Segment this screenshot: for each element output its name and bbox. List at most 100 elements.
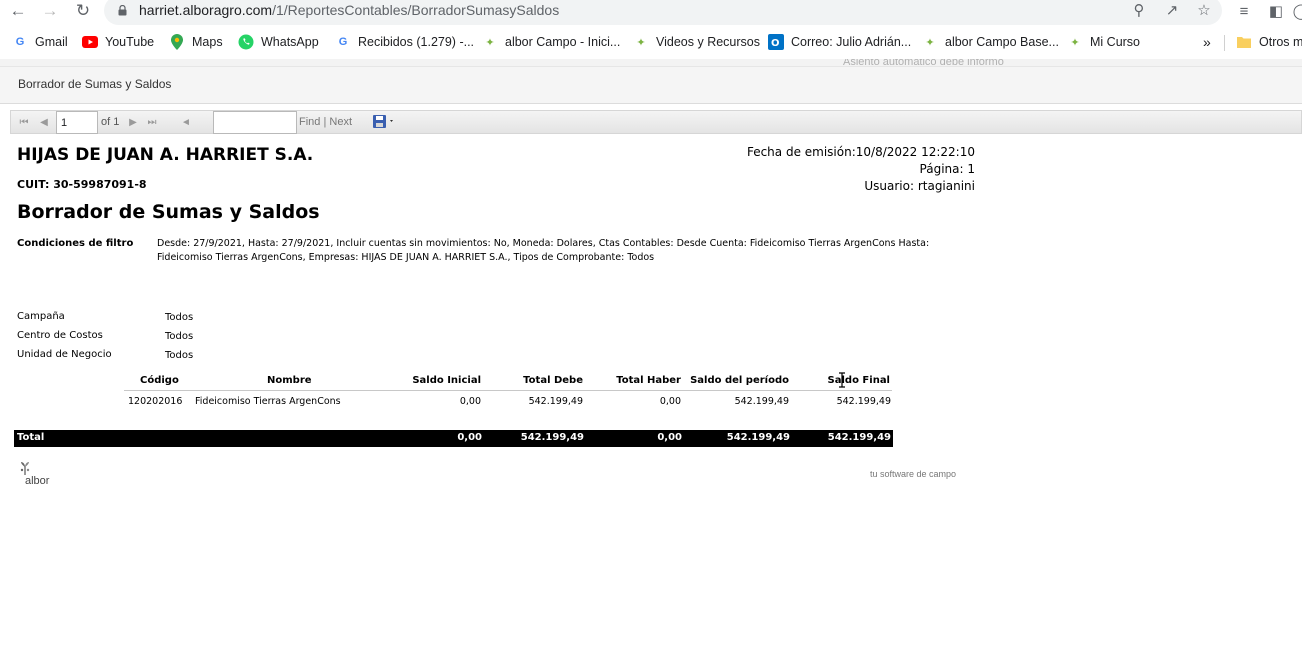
total-saldo-periodo: 542.199,49 — [726, 432, 790, 443]
cell-total-debe: 542.199,49 — [528, 396, 583, 407]
cell-saldo-inicial: 0,00 — [459, 396, 481, 407]
star-icon[interactable]: ☆ — [1195, 1, 1213, 19]
reload-icon[interactable]: ↻ — [73, 1, 93, 21]
maps-icon — [169, 34, 185, 50]
reading-list-icon[interactable]: ≡ — [1235, 2, 1253, 20]
page-title: Borrador de Sumas y Saldos — [18, 77, 172, 91]
side-panel-icon[interactable]: ◧ — [1267, 2, 1285, 20]
issue-date: Fecha de emisión:10/8/2022 12:22:10 — [746, 145, 975, 159]
header-divider — [124, 390, 892, 391]
bookmark-label: Gmail — [35, 35, 68, 49]
next-link[interactable]: Next — [329, 116, 352, 128]
bookmark-label: Videos y Recursos — [656, 35, 760, 49]
url-host: harriet.alboragro.com — [139, 2, 273, 18]
total-debe: 542.199,49 — [520, 432, 584, 443]
cell-saldo-periodo: 542.199,49 — [734, 396, 789, 407]
column-header-total-debe: Total Debe — [523, 375, 583, 386]
user-label: Usuario: rtagianini — [864, 179, 975, 193]
report-title: Borrador de Sumas y Saldos — [17, 201, 320, 223]
albor-icon: ✦ — [1070, 36, 1080, 49]
google-icon: G — [15, 36, 25, 48]
cell-total-haber: 0,00 — [659, 396, 681, 407]
page-title-bar: Borrador de Sumas y Saldos — [0, 67, 1302, 104]
forward-arrow-icon[interactable]: → — [40, 1, 60, 21]
business-unit-value: Todos — [165, 350, 194, 361]
cell-saldo-final: 542.199,49 — [836, 396, 891, 407]
bookmark-gmail[interactable]: G Gmail — [12, 33, 68, 51]
bookmark-label: Otros m — [1259, 35, 1302, 49]
bookmark-albor-base[interactable]: ✦ albor Campo Base... — [922, 33, 1059, 51]
bookmark-mi-curso[interactable]: ✦ Mi Curso — [1067, 33, 1140, 51]
folder-icon — [1236, 34, 1252, 50]
cell-codigo: 120202016 — [128, 396, 183, 407]
report-viewer-toolbar: ⏮ ◀ 1 of 1 ▶ ⏭ ◄ Find | Next — [10, 110, 1302, 134]
find-link[interactable]: Find — [299, 116, 320, 128]
albor-logo-text: albor — [25, 475, 50, 487]
bookmark-label: YouTube — [105, 35, 155, 49]
page-count-label: of 1 — [101, 116, 120, 128]
albor-icon: ✦ — [485, 36, 495, 49]
bookmark-label: WhatsApp — [261, 35, 319, 49]
totals-row: Total 0,00 542.199,49 0,00 542.199,49 54… — [14, 430, 893, 447]
bookmark-maps[interactable]: Maps — [169, 33, 223, 51]
total-saldo-inicial: 0,00 — [457, 432, 482, 443]
back-to-parent-icon[interactable]: ◄ — [179, 115, 193, 129]
back-arrow-icon[interactable]: ← — [8, 1, 28, 21]
filter-conditions-label: Condiciones de filtro — [17, 238, 134, 249]
share-icon[interactable]: ↗ — [1163, 1, 1181, 19]
previous-page-icon[interactable]: ◀ — [37, 115, 51, 129]
campaign-label: Campaña — [17, 311, 65, 322]
bookmark-label: Maps — [192, 35, 223, 49]
bookmark-recibidos[interactable]: G Recibidos (1.279) -... — [335, 33, 474, 51]
company-cuit: CUIT: 30-59987091-8 — [17, 178, 147, 191]
page-number-input[interactable]: 1 — [56, 111, 98, 134]
column-header-saldo-periodo: Saldo del período — [690, 375, 789, 386]
bookmark-otros[interactable]: Otros m — [1236, 33, 1302, 51]
bookmark-correo[interactable]: O Correo: Julio Adrián... — [768, 33, 911, 51]
bookmark-youtube[interactable]: YouTube — [82, 33, 154, 51]
cost-center-label: Centro de Costos — [17, 330, 103, 341]
total-saldo-final: 542.199,49 — [827, 432, 891, 443]
bookmarks-bar: G Gmail YouTube Maps WhatsApp G Recibidos … — [0, 30, 1302, 54]
cell-nombre: Fideicomiso Tierras ArgenCons — [195, 396, 341, 407]
zoom-icon[interactable]: ⚲ — [1130, 1, 1148, 19]
software-tagline: tu software de campo — [870, 469, 957, 479]
bookmark-whatsapp[interactable]: WhatsApp — [238, 33, 319, 51]
outlook-icon: O — [768, 34, 784, 50]
find-separator: | — [323, 116, 327, 128]
column-header-saldo-final: Saldo Final — [827, 375, 890, 386]
url-path: /1/ReportesContables/BorradorSumasySaldo… — [272, 2, 560, 18]
last-page-icon[interactable]: ⏭ — [145, 115, 159, 129]
bookmark-videos[interactable]: ✦ Videos y Recursos — [633, 33, 760, 51]
company-name: HIJAS DE JUAN A. HARRIET S.A. — [17, 145, 314, 165]
bookmark-label: Recibidos (1.279) -... — [358, 35, 475, 49]
page-indicator: Página: 1 — [919, 162, 975, 176]
first-page-icon[interactable]: ⏮ — [17, 115, 31, 129]
address-bar[interactable]: harriet.alboragro.com/1/ReportesContable… — [104, 0, 1222, 25]
find-input[interactable] — [213, 111, 297, 134]
export-save-icon[interactable] — [372, 114, 396, 130]
campaign-value: Todos — [165, 312, 194, 323]
column-header-saldo-inicial: Saldo Inicial — [412, 375, 481, 386]
albor-icon: ✦ — [925, 36, 935, 49]
text-cursor-icon — [839, 372, 845, 388]
filter-conditions-text: Desde: 27/9/2021, Hasta: 27/9/2021, Incl… — [157, 238, 930, 263]
bookmark-albor-campo[interactable]: ✦ albor Campo - Inici... — [482, 33, 620, 51]
column-header-nombre: Nombre — [267, 375, 312, 386]
svg-text:O: O — [771, 38, 780, 49]
url-text: harriet.alboragro.com/1/ReportesContable… — [139, 2, 559, 18]
bookmarks-overflow-button[interactable]: » — [1203, 33, 1211, 51]
cost-center-value: Todos — [165, 331, 194, 342]
bookmark-label: albor Campo Base... — [945, 35, 1059, 49]
column-header-total-haber: Total Haber — [616, 375, 681, 386]
business-unit-label: Unidad de Negocio — [17, 349, 112, 360]
lock-icon — [118, 5, 127, 16]
column-header-codigo: Código — [140, 375, 179, 386]
google-icon: G — [338, 36, 348, 48]
bookmark-label: Mi Curso — [1090, 35, 1141, 49]
total-label: Total — [17, 432, 45, 443]
profile-icon[interactable]: ◯ — [1292, 2, 1302, 20]
page-header-strip: Asiento automático debe informo — [0, 59, 1302, 67]
next-page-icon[interactable]: ▶ — [126, 115, 140, 129]
total-haber: 0,00 — [657, 432, 682, 443]
